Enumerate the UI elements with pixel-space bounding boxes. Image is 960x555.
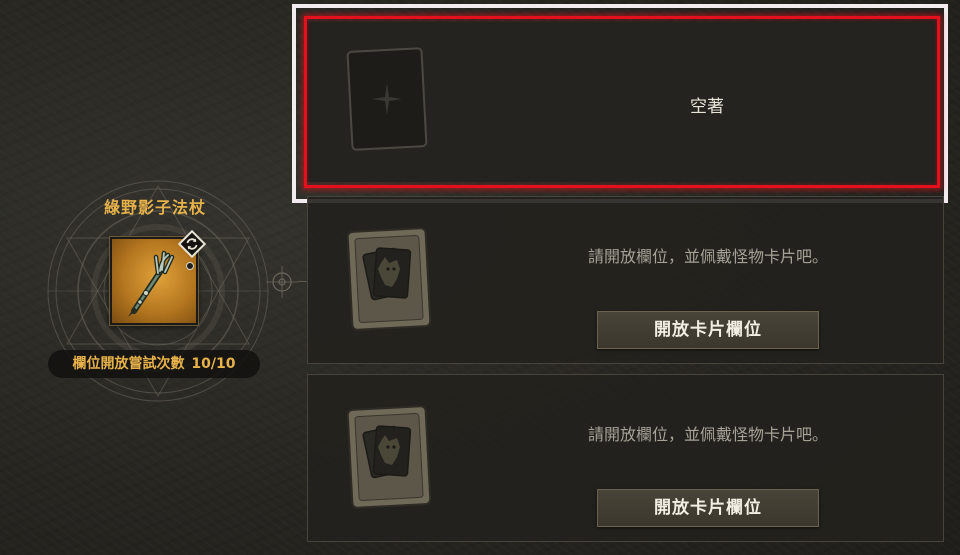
open-slot-button[interactable]: 開放卡片欄位 [597, 489, 819, 527]
open-attempts-counter: 欄位開放嘗試次數 10/10 [48, 350, 260, 378]
attempts-value: 10/10 [191, 356, 236, 372]
slot-status-text: 請開放欄位，並佩戴怪物卡片吧。 [587, 247, 828, 266]
monster-card-icon [346, 405, 432, 509]
monster-card-icon [346, 227, 432, 331]
card-slot-3[interactable]: 請開放欄位，並佩戴怪物卡片吧。 開放卡片欄位 [307, 374, 944, 542]
attempts-label: 欄位開放嘗試次數 [72, 356, 185, 372]
blank-card-icon [346, 47, 428, 151]
slot-status-text: 請開放欄位，並佩戴怪物卡片吧。 [587, 425, 828, 444]
item-name: 綠野影子法杖 [103, 198, 206, 217]
card-slot-1[interactable]: 空著 [307, 22, 944, 182]
crosshair-icon [266, 266, 298, 298]
slot-status-text: 空著 [690, 97, 724, 117]
card-slot-2[interactable]: 請開放欄位，並佩戴怪物卡片吧。 開放卡片欄位 [307, 196, 944, 364]
swap-icon[interactable] [177, 229, 207, 259]
open-slot-button[interactable]: 開放卡片欄位 [597, 311, 819, 349]
indicator-dot [186, 262, 194, 270]
